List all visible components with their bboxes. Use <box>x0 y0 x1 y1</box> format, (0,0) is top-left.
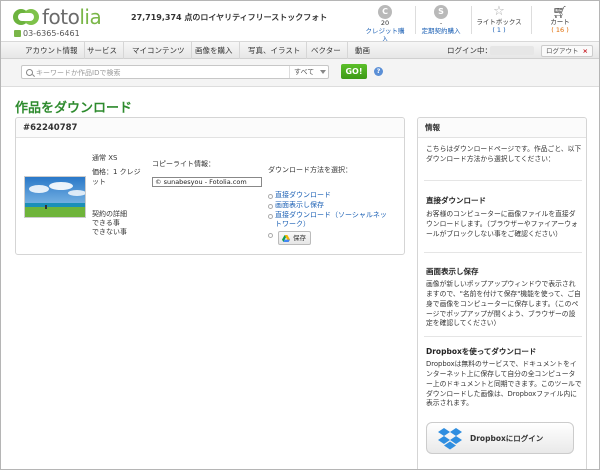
download-method-label: ダウンロード方法を選択： <box>268 166 352 174</box>
sidebar-divider <box>424 336 582 337</box>
fotolia-logo-icon <box>13 9 39 25</box>
login-label: ログイン中： <box>447 46 492 55</box>
contract-cannot-do-link[interactable]: できない事 <box>92 228 127 237</box>
dropbox-login-button[interactable]: Dropboxにログイン <box>426 422 574 454</box>
buy-credits-button[interactable]: C 20 クレジット購入 <box>363 5 407 43</box>
phone-number: 03-6365-6461 <box>14 29 80 38</box>
logout-close-icon: × <box>582 47 588 55</box>
main-nav: アカウント情報 サービス マイコンテンツ 画像を購入 写真、イラスト ベクター … <box>1 41 599 59</box>
browser-frame: fotolia 03-6365-6461 27,719,374 点のロイヤリティ… <box>0 0 600 470</box>
option-social-download[interactable]: 直接ダウンロード（ソーシャルネッ <box>275 211 387 220</box>
view-and-save-text: 画像が新しいポップアップウィンドウで表示されますので、"名前を付けて保存"機能を… <box>426 280 581 328</box>
header-divider <box>531 6 532 34</box>
help-icon[interactable]: ? <box>374 67 383 76</box>
search-input[interactable] <box>36 67 256 78</box>
chevron-down-icon <box>320 70 326 74</box>
price-label-line2: ット <box>92 178 106 186</box>
header-divider <box>415 6 416 34</box>
buy-subscription-button[interactable]: S - 定期契約購入 <box>419 5 463 36</box>
option-direct-download[interactable]: 直接ダウンロード <box>275 191 331 200</box>
nav-item-video[interactable]: 動画 <box>349 42 376 59</box>
google-drive-icon <box>282 235 290 242</box>
dropbox-text: Dropboxは無料のサービスで、ドキュメントをインターネット上に保存して自分の… <box>426 360 582 408</box>
nav-item-services[interactable]: サービス <box>81 42 124 59</box>
search-icon <box>26 69 33 76</box>
sidebar-intro: こちらはダウンロードページです。作品ごと、以下ダウンロード方法から選択してくださ… <box>426 145 582 163</box>
lightbox-button[interactable]: ☆ ライトボックス ( 1 ) <box>475 5 523 35</box>
tagline: 27,719,374 点のロイヤリティフリーストックフォト <box>131 13 328 22</box>
image-thumbnail[interactable] <box>24 176 86 218</box>
nav-item-my-content[interactable]: マイコンテンツ <box>126 42 192 59</box>
copyright-field[interactable]: © sunabesyou - Fotolia.com <box>152 177 262 187</box>
cart-icon: 🛒︎ <box>552 5 568 19</box>
search-go-button[interactable]: GO! <box>341 64 367 79</box>
search-category-select[interactable]: すべて <box>289 66 329 78</box>
login-username <box>490 46 534 55</box>
sidebar-divider <box>424 180 582 181</box>
subscription-icon: S <box>434 5 448 19</box>
phone-icon <box>14 30 21 37</box>
header: fotolia 03-6365-6461 27,719,374 点のロイヤリティ… <box>1 1 599 43</box>
star-icon: ☆ <box>493 4 505 19</box>
radio-direct-download[interactable] <box>268 194 273 199</box>
option-social-download-cont[interactable]: トワーク） <box>275 220 310 229</box>
nav-item-photos[interactable]: 写真、イラスト <box>242 42 308 59</box>
save-button[interactable]: 保存 <box>278 231 311 245</box>
nav-item-buy-images[interactable]: 画像を購入 <box>189 42 240 59</box>
price-label-line1: 価格：1 クレジ <box>92 168 141 176</box>
save-label: 保存 <box>293 234 306 242</box>
radio-drive-save[interactable] <box>268 233 273 238</box>
sidebar-divider <box>424 252 582 253</box>
search-bar: すべて GO! ? <box>1 59 599 87</box>
download-panel: #62240787 通常 XS 価格：1 クレジ ット 契約の詳細 できる事 で… <box>15 117 405 255</box>
view-and-save-title: 画面表示し保存 <box>426 267 479 276</box>
item-id: #62240787 <box>16 118 404 138</box>
dropbox-icon <box>438 428 462 450</box>
dropbox-title: Dropboxを使ってダウンロード <box>426 347 537 356</box>
copyright-label: コピーライト情報： <box>152 160 215 168</box>
logo-text: fotolia <box>42 5 102 29</box>
radio-view-and-save[interactable] <box>268 204 273 209</box>
lightbox-count: ( 1 ) <box>492 25 506 34</box>
credit-icon: C <box>378 5 392 19</box>
info-sidebar: 情報 こちらはダウンロードページです。作品ごと、以下ダウンロード方法から選択して… <box>417 117 587 469</box>
header-divider <box>471 6 472 34</box>
logout-label: ログアウト <box>546 47 579 55</box>
logout-button[interactable]: ログアウト × <box>541 45 593 57</box>
nav-item-vectors[interactable]: ベクター <box>305 42 348 59</box>
size-label: 通常 XS <box>92 154 118 162</box>
subscription-label: 定期契約購入 <box>421 26 461 35</box>
phone-text: 03-6365-6461 <box>23 29 80 38</box>
search-box: すべて <box>21 65 329 79</box>
direct-download-text: お客様のコンピューターに画像ファイルを直接ダウンロードします。（ブラウザーやファ… <box>426 210 578 238</box>
option-view-and-save[interactable]: 画面表示し保存 <box>275 201 324 210</box>
search-category-value: すべて <box>294 68 315 76</box>
direct-download-title: 直接ダウンロード <box>426 196 486 205</box>
radio-social-download[interactable] <box>268 214 273 219</box>
page-title: 作品をダウンロード <box>15 101 133 116</box>
sidebar-heading: 情報 <box>418 118 586 138</box>
cart-button[interactable]: 🛒︎ カート ( 16 ) <box>541 5 579 35</box>
dropbox-login-label: Dropboxにログイン <box>470 434 544 443</box>
cart-count: ( 16 ) <box>551 25 569 34</box>
fotolia-logo[interactable]: fotolia <box>13 5 102 29</box>
nav-item-account[interactable]: アカウント情報 <box>19 42 85 59</box>
